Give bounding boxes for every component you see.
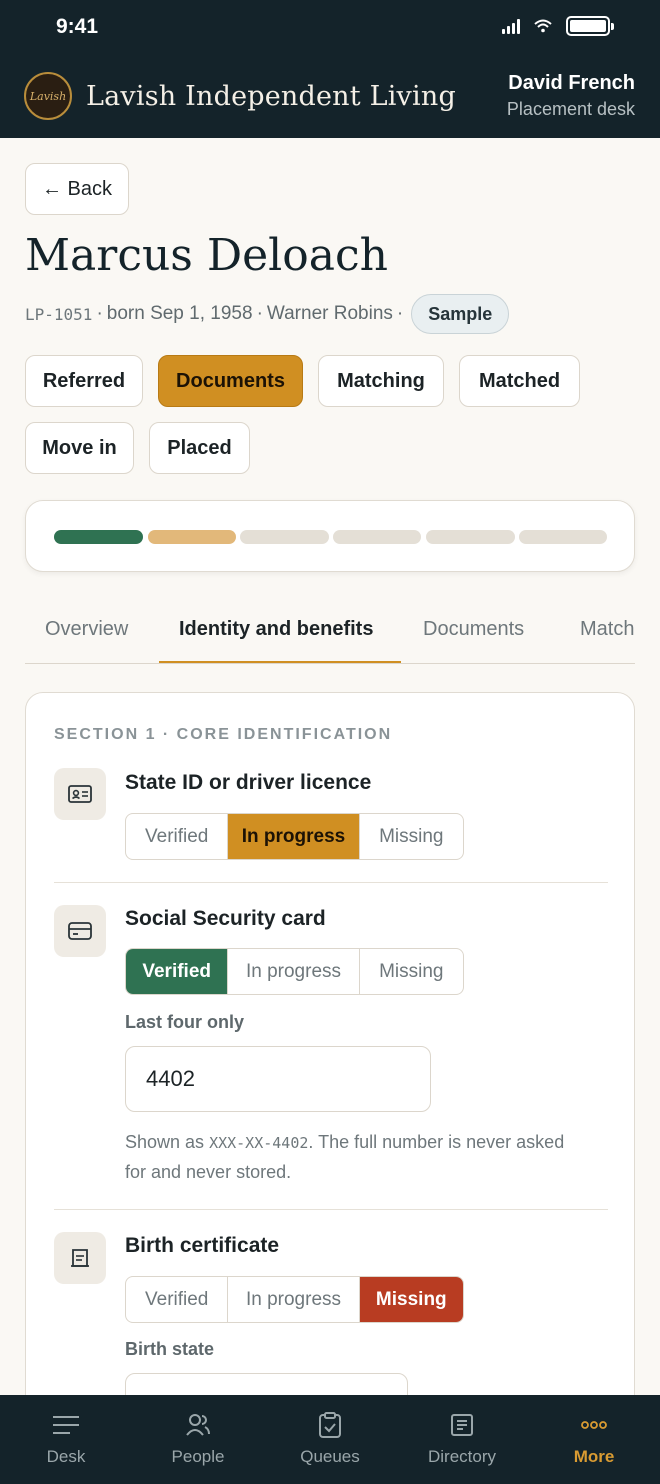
person-born: born Sep 1, 1958 xyxy=(106,303,253,324)
stage-chip-documents[interactable]: Documents xyxy=(158,355,303,407)
person-city: Warner Robins xyxy=(266,303,393,324)
field-label-last-four: Last four only xyxy=(125,1012,245,1032)
id-card-icon xyxy=(54,768,106,820)
nav-people[interactable]: People xyxy=(132,1395,264,1484)
tab-identity-and-benefits[interactable]: Identity and benefits xyxy=(179,618,373,641)
menu-icon xyxy=(52,1411,80,1439)
app-header: 9:41 Lavish Lavish Independent Living Da… xyxy=(0,0,660,138)
certificate-icon xyxy=(54,1232,106,1284)
progress-segment-5 xyxy=(426,530,515,544)
user-name: David French xyxy=(508,72,635,94)
item-title-social-security: Social Security card xyxy=(125,907,326,930)
brand-logo: Lavish xyxy=(24,72,72,120)
brand-name: Lavish Independent Living xyxy=(86,80,456,112)
status-option-missing[interactable]: Missing xyxy=(360,814,463,859)
more-icon xyxy=(581,1411,607,1439)
wifi-icon xyxy=(534,19,552,33)
person-id: LP-1051 xyxy=(25,304,93,324)
nav-more[interactable]: More xyxy=(528,1395,660,1484)
last-four-input[interactable] xyxy=(125,1046,431,1112)
progress-segment-2 xyxy=(148,530,236,544)
user-role: Placement desk xyxy=(506,99,635,119)
status-option-verified[interactable]: Verified xyxy=(126,949,229,994)
bottom-nav: Desk People Queues Directory More xyxy=(0,1395,660,1484)
queue-icon xyxy=(318,1411,342,1439)
tab-overview[interactable]: Overview xyxy=(45,618,128,641)
tab-documents[interactable]: Documents xyxy=(423,618,524,641)
nav-queues[interactable]: Queues xyxy=(264,1395,396,1484)
stage-chip-matching[interactable]: Matching xyxy=(318,355,444,407)
user-menu[interactable]: David French Placement desk xyxy=(507,72,635,120)
nav-directory[interactable]: Directory xyxy=(396,1395,528,1484)
stage-chip-placed[interactable]: Placed xyxy=(149,422,250,474)
masked-ssn: XXX-XX-4402 xyxy=(209,1134,309,1152)
status-option-verified[interactable]: Verified xyxy=(126,814,229,859)
status-selector-state-id: Verified In progress Missing xyxy=(125,813,464,860)
nav-desk[interactable]: Desk xyxy=(0,1395,132,1484)
status-selector-social-security: Verified In progress Missing xyxy=(125,948,464,995)
progress-segment-6 xyxy=(519,530,607,544)
people-icon xyxy=(185,1411,211,1439)
stage-chip-matched[interactable]: Matched xyxy=(459,355,580,407)
stage-chip-move-in[interactable]: Move in xyxy=(25,422,134,474)
directory-icon xyxy=(450,1411,474,1439)
card-icon xyxy=(54,905,106,957)
item-title-state-id: State ID or driver licence xyxy=(125,771,372,794)
brand[interactable]: Lavish Lavish Independent Living xyxy=(24,72,456,120)
status-selector-birth-certificate: Verified In progress Missing xyxy=(125,1276,464,1323)
status-icons xyxy=(502,16,614,36)
active-tab-indicator xyxy=(159,661,401,663)
field-label-birth-state: Birth state xyxy=(125,1339,215,1359)
progress-segment-4 xyxy=(333,530,421,544)
section-title: SECTION 1 · CORE IDENTIFICATION xyxy=(54,726,393,743)
cellular-signal-icon xyxy=(502,18,520,34)
status-option-in-progress[interactable]: In progress xyxy=(228,814,360,859)
item-title-birth-certificate: Birth certificate xyxy=(125,1234,280,1257)
back-button[interactable]: ← Back xyxy=(25,163,129,215)
status-option-missing[interactable]: Missing xyxy=(360,949,463,994)
tab-matching[interactable]: Matching xyxy=(580,618,635,641)
page-title: Marcus Deloach xyxy=(25,230,388,281)
status-time: 9:41 xyxy=(56,15,99,38)
person-meta: LP-1051 · born Sep 1, 1958 · Warner Robi… xyxy=(25,294,510,334)
divider xyxy=(54,1209,608,1210)
tab-bar: Overview Identity and benefits Documents… xyxy=(25,606,635,664)
status-option-in-progress[interactable]: In progress xyxy=(228,1277,360,1322)
sample-badge: Sample xyxy=(411,294,510,334)
progress-card xyxy=(25,500,635,572)
stage-chip-referred[interactable]: Referred xyxy=(25,355,143,407)
divider xyxy=(54,882,608,883)
core-identification-section: SECTION 1 · CORE IDENTIFICATION State ID… xyxy=(25,692,635,1452)
ssn-hint: Shown as XXX-XX-4402. The full number is… xyxy=(125,1132,565,1182)
progress-segment-1 xyxy=(54,530,143,544)
status-option-verified[interactable]: Verified xyxy=(126,1277,229,1322)
progress-segment-3 xyxy=(240,530,329,544)
status-option-missing[interactable]: Missing xyxy=(359,1277,463,1322)
status-option-in-progress[interactable]: In progress xyxy=(228,949,360,994)
battery-icon xyxy=(566,16,614,36)
